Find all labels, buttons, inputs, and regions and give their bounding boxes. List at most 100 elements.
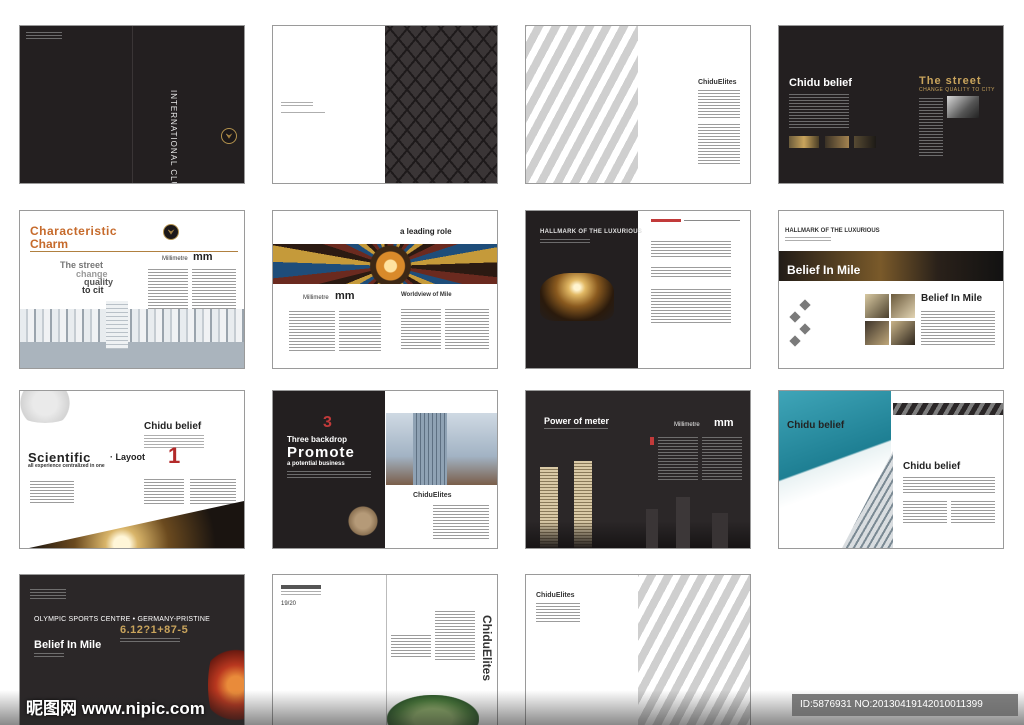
- header-rule: [684, 220, 740, 221]
- vertical-title: INTERNATIONAL CLUB: [169, 90, 178, 184]
- striped-page: [526, 26, 638, 183]
- banner-title: Belief In Mile: [787, 263, 861, 277]
- subtitle-text: [544, 428, 608, 431]
- scientific-subtitle: all experience centralized in one: [28, 463, 105, 469]
- power-title: Power of meter: [544, 416, 610, 426]
- text-block: [536, 603, 580, 623]
- text-column: [435, 611, 475, 661]
- spread-6: a leading role Millimetre mm Worldview o…: [272, 210, 498, 369]
- hallmark-title: HALLMARK OF THE LUXURIOUS: [785, 228, 880, 234]
- mm-mark: mm: [335, 290, 355, 302]
- text-column: [144, 479, 184, 505]
- big-number-3: 3: [323, 414, 332, 431]
- belief-heading: Belief In Mile: [34, 639, 102, 651]
- worldview-heading: Worldview of Mile: [401, 292, 452, 298]
- text-column: [401, 309, 441, 349]
- spread-5: Characteristic Charm The street change q…: [19, 210, 245, 369]
- text-column: [289, 311, 335, 351]
- floral-ornament-icon: [343, 497, 383, 545]
- title-characteristic: Characteristic: [30, 224, 118, 238]
- arrow-pattern-icon: [799, 323, 811, 335]
- header-bar: [281, 585, 321, 589]
- vertical-brand: ChiduElites: [480, 615, 494, 682]
- olympic-line: OLYMPIC SPORTS CENTRE • GERMANY-PRISTINE: [34, 616, 211, 623]
- text-column: [658, 437, 698, 481]
- big-number: 1: [168, 443, 181, 468]
- logo-text-block: [26, 32, 62, 40]
- photo-grid-thumb: [865, 321, 889, 345]
- photo-grid-thumb: [891, 321, 915, 345]
- photo-grid-thumb: [865, 294, 889, 318]
- subtitle-text: [540, 239, 590, 243]
- chidu-belief-title: Chidu belief: [144, 421, 202, 432]
- text-column: [903, 501, 947, 525]
- building-silhouette: [676, 497, 690, 548]
- arrow-pattern-icon: [789, 311, 801, 323]
- striped-header: [893, 403, 1003, 415]
- subtitle-text: [120, 638, 180, 642]
- building-silhouette: [712, 513, 728, 548]
- text-column: [698, 124, 740, 164]
- headline-line3: a potential business: [287, 461, 345, 467]
- watermark-left: 昵图网 www.nipic.com: [26, 699, 205, 718]
- text-column: [951, 501, 995, 525]
- mm-label: Millimetre: [674, 422, 700, 428]
- ring-photo: [540, 273, 614, 321]
- number-line: 6.12?1+87-5: [120, 624, 189, 636]
- city-skyline-photo: [20, 309, 244, 368]
- diamond-pattern-page: [385, 26, 497, 183]
- red-accent-bar: [651, 219, 681, 222]
- photo-grid-thumb: [891, 294, 915, 318]
- cloud-ornament-icon: [20, 391, 80, 423]
- small-caption: [281, 112, 325, 115]
- layoot-title: · Layoot: [110, 452, 145, 462]
- spread-4: Chidu belief The street CHANGE QUALITY T…: [778, 25, 1004, 184]
- brand-title: ChiduElites: [413, 492, 452, 499]
- spread-3: ChiduElites: [525, 25, 751, 184]
- photo-thumb: [854, 136, 876, 148]
- text-column: [190, 479, 236, 505]
- chidu-belief-top: Chidu belief: [787, 420, 845, 431]
- text-block: [433, 505, 489, 541]
- subtitle-text: [785, 237, 831, 241]
- mm-mark: mm: [714, 417, 734, 429]
- spread-2: [272, 25, 498, 184]
- side-heading: Belief In Mile: [921, 293, 983, 304]
- photo-thumb: [947, 96, 979, 118]
- street-subtitle: CHANGE QUALITY TO CITY: [919, 87, 996, 93]
- hallmark-title: HALLMARK OF THE LUXURIOUS: [540, 229, 643, 235]
- photo-thumb: [825, 136, 849, 148]
- text-column: [391, 635, 431, 659]
- spread-8: HALLMARK OF THE LUXURIOUS Belief In Mile…: [778, 210, 1004, 369]
- text-block: [651, 267, 731, 279]
- photo-thumb: [789, 136, 819, 148]
- red-quote-mark: [650, 437, 654, 445]
- text-block: [287, 471, 371, 479]
- brand-title: ChiduElites: [536, 592, 575, 599]
- text-column: [698, 90, 740, 120]
- street-title: The street: [919, 75, 982, 87]
- badge-icon: [163, 224, 179, 240]
- headline-promote: Promote: [287, 444, 355, 461]
- text-block: [921, 311, 995, 347]
- text-block: [919, 98, 943, 158]
- spread-10: 3 Three backdrop Promote a potential bus…: [272, 390, 498, 549]
- text-column: [339, 311, 381, 351]
- spread-1: INTERNATIONAL CLUB: [19, 25, 245, 184]
- spine-line: [132, 26, 133, 183]
- mm-label: Millimetre: [303, 295, 329, 301]
- text-block: [789, 94, 849, 128]
- small-logo-text: [281, 102, 313, 108]
- brand-title: ChiduElites: [698, 79, 737, 86]
- text-column: [702, 437, 742, 481]
- arrow-pattern-icon: [789, 335, 801, 347]
- mm-label: Millimetre: [162, 256, 188, 262]
- id-text: ID:5876931 NO:20130419142010011399: [800, 699, 983, 710]
- page-number: 19/20: [281, 601, 297, 607]
- arrow-pattern-icon: [799, 299, 811, 311]
- glass-tower: [413, 413, 447, 485]
- chidu-belief-mid: Chidu belief: [903, 461, 961, 472]
- spread-11: Power of meter Millimetre mm: [525, 390, 751, 549]
- spread-7: HALLMARK OF THE LUXURIOUS: [525, 210, 751, 369]
- club-badge-icon: [221, 128, 237, 144]
